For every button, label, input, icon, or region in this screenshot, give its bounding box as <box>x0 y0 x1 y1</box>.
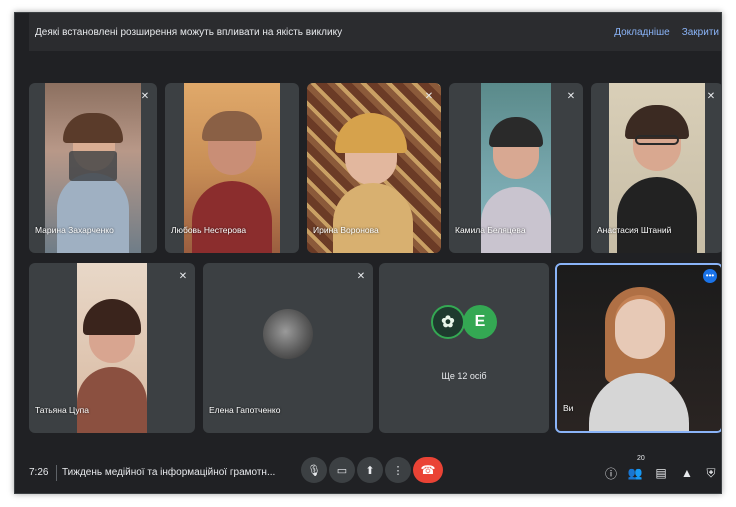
chat-button[interactable]: ▤ <box>653 465 669 481</box>
control-bar: 7:26 Тиждень медійної та інформаційної г… <box>15 453 721 493</box>
mic-icon: 🎙 <box>307 464 321 477</box>
participant-tile[interactable]: ✕ Татьяна Цупа <box>29 263 195 433</box>
learn-more-link[interactable]: Докладніше <box>614 27 670 38</box>
participant-avatar: ✿ <box>431 305 465 339</box>
leave-call-button[interactable]: ☎ <box>413 457 443 483</box>
more-participants-label: Ще 12 осіб <box>441 371 487 381</box>
participant-avatar: E <box>463 305 497 339</box>
host-controls-icon: ⛨ <box>706 465 716 480</box>
camera-overlay-icon <box>69 151 117 181</box>
mic-off-icon: ✕ <box>356 271 366 282</box>
participant-name: Любовь Нестерова <box>171 225 247 235</box>
activities-icon: ▲ <box>681 466 693 480</box>
participant-name: Марина Захарченко <box>35 225 114 235</box>
host-controls-button[interactable]: ⛨ <box>703 465 719 481</box>
mic-off-icon: ✕ <box>178 271 188 282</box>
participant-name: Елена Гапотченко <box>209 405 281 415</box>
mic-off-icon: ✕ <box>424 91 434 102</box>
more-options-button[interactable]: ⋮ <box>385 457 411 483</box>
participant-name: Камила Беляцева <box>455 225 526 235</box>
participant-avatar <box>263 309 313 359</box>
banner-message: Деякі встановлені розширення можуть впли… <box>35 26 343 38</box>
participant-tile[interactable]: ✕ Ирина Воронова <box>307 83 441 253</box>
call-end-icon: ☎ <box>420 463 436 477</box>
divider <box>56 465 57 481</box>
avatar-letter: E <box>474 313 486 330</box>
mic-off-icon: ✕ <box>140 91 150 102</box>
participant-tile[interactable]: Любовь Нестерова <box>165 83 299 253</box>
meeting-details-button[interactable]: ⓘ <box>603 465 619 481</box>
extension-warning-banner: Деякі встановлені розширення можуть впли… <box>29 13 721 51</box>
self-video <box>557 265 721 431</box>
camera-button[interactable]: ▭ <box>329 457 355 483</box>
people-icon: 👥 <box>627 466 643 480</box>
chat-icon: ▤ <box>655 466 667 480</box>
present-button[interactable]: ⬆ <box>357 457 383 483</box>
participant-count-badge: 20 <box>637 455 645 462</box>
glasses <box>635 135 679 145</box>
info-icon: ⓘ <box>604 466 617 481</box>
people-button[interactable]: 👥 <box>627 465 643 481</box>
more-vert-icon: ⋮ <box>392 464 404 477</box>
participant-name: Ирина Воронова <box>313 225 379 235</box>
participant-tile[interactable]: ✕ Елена Гапотченко <box>203 263 373 433</box>
camera-icon: ▭ <box>336 464 348 477</box>
more-participants-tile[interactable]: ✿ E Ще 12 осіб <box>379 263 549 433</box>
flower-icon: ✿ <box>441 314 455 331</box>
participant-name: Анастасия Штаний <box>597 225 672 235</box>
mic-button[interactable]: 🎙 <box>301 457 327 483</box>
mic-off-icon: ✕ <box>566 91 576 102</box>
participant-tile[interactable]: ✕ Анастасия Штаний <box>591 83 721 253</box>
mic-off-icon: ✕ <box>706 91 716 102</box>
self-view-tile[interactable]: ••• Ви <box>555 263 721 433</box>
close-banner-link[interactable]: Закрити <box>682 27 719 38</box>
meet-window: Деякі встановлені розширення можуть впли… <box>14 12 722 494</box>
participant-tile[interactable]: ✕ Марина Захарченко <box>29 83 157 253</box>
present-icon: ⬆ <box>365 464 375 477</box>
more-options-icon[interactable]: ••• <box>703 269 717 283</box>
meeting-time: 7:26 <box>29 467 49 478</box>
activities-button[interactable]: ▲ <box>679 465 695 481</box>
participant-tile[interactable]: ✕ Камила Беляцева <box>449 83 583 253</box>
participant-name: Ви <box>563 403 574 413</box>
participant-name: Татьяна Цупа <box>35 405 89 415</box>
meeting-title: Тиждень медійної та інформаційної грамот… <box>62 467 276 478</box>
